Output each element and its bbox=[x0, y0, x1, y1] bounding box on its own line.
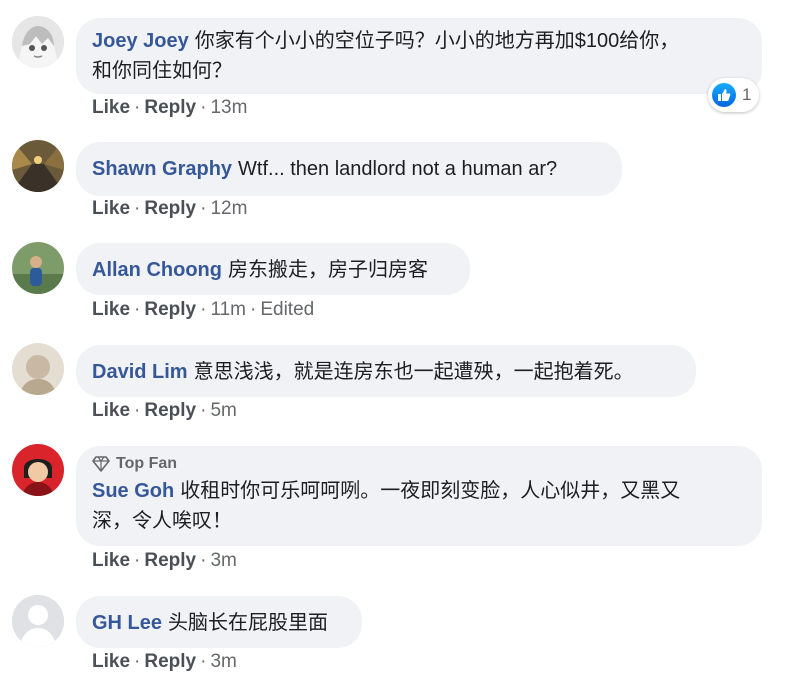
separator: · bbox=[134, 400, 141, 421]
avatar[interactable] bbox=[12, 595, 64, 647]
avatar-photo-image bbox=[12, 343, 64, 395]
comment-text: 头脑长在屁股里面 bbox=[168, 612, 329, 634]
comment-text: Wtf... then landlord not a human ar? bbox=[238, 158, 558, 180]
timestamp[interactable]: 11m bbox=[210, 299, 246, 320]
reply-link[interactable]: Reply bbox=[144, 198, 196, 219]
separator: · bbox=[250, 299, 257, 320]
avatar[interactable] bbox=[12, 140, 64, 192]
top-fan-label: Top Fan bbox=[116, 455, 178, 472]
like-link[interactable]: Like bbox=[92, 550, 130, 571]
comment-actions: Like · Reply · 11m · Edited bbox=[92, 299, 314, 321]
like-link[interactable]: Like bbox=[92, 97, 130, 118]
comment-bubble: David Lim 意思浅浅，就是连房东也一起遭殃，一起抱着死。 bbox=[76, 345, 696, 397]
reply-link[interactable]: Reply bbox=[144, 550, 196, 571]
timestamp[interactable]: 3m bbox=[210, 550, 236, 571]
separator: · bbox=[200, 299, 207, 320]
timestamp[interactable]: 3m bbox=[210, 651, 236, 672]
avatar[interactable] bbox=[12, 242, 64, 294]
timestamp[interactable]: 12m bbox=[210, 198, 247, 219]
reply-link[interactable]: Reply bbox=[144, 651, 196, 672]
separator: · bbox=[200, 97, 207, 118]
comment-text: 你家有个小小的空位子吗？小小的地方再加$100给你， bbox=[194, 30, 680, 52]
separator: · bbox=[134, 651, 141, 672]
avatar[interactable] bbox=[12, 343, 64, 395]
comment-actions: Like · Reply · 3m bbox=[92, 651, 237, 673]
reaction-count-number: 1 bbox=[742, 85, 752, 104]
comment-author[interactable]: GH Lee bbox=[92, 612, 162, 634]
comment-text: 深，令人唉叹！ bbox=[92, 510, 232, 532]
comment-bubble: Allan Choong 房东搬走，房子归房客 bbox=[76, 243, 470, 295]
top-fan-badge[interactable]: Top Fan bbox=[92, 454, 746, 474]
avatar-street-image bbox=[12, 140, 64, 192]
like-link[interactable]: Like bbox=[92, 198, 130, 219]
reply-link[interactable]: Reply bbox=[144, 299, 196, 320]
separator: · bbox=[134, 299, 141, 320]
avatar[interactable] bbox=[12, 444, 64, 496]
edited-label[interactable]: Edited bbox=[260, 299, 314, 320]
comment-text: 和你同住如何？ bbox=[92, 60, 232, 82]
separator: · bbox=[134, 198, 141, 219]
comment-bubble: Top Fan Sue Goh 收租时你可乐呵呵咧。一夜即刻变脸，人心似井，又黑又… bbox=[76, 446, 762, 546]
comment-bubble: Shawn Graphy Wtf... then landlord not a h… bbox=[76, 142, 622, 196]
diamond-icon bbox=[92, 456, 110, 472]
separator: · bbox=[200, 400, 207, 421]
comment-actions: Like · Reply · 3m bbox=[92, 550, 237, 572]
separator: · bbox=[200, 198, 207, 219]
silhouette-icon bbox=[12, 595, 64, 647]
timestamp[interactable]: 5m bbox=[210, 400, 236, 421]
reply-link[interactable]: Reply bbox=[144, 400, 196, 421]
separator: · bbox=[200, 550, 207, 571]
reply-link[interactable]: Reply bbox=[144, 97, 196, 118]
avatar[interactable] bbox=[12, 16, 64, 68]
comment-author[interactable]: Allan Choong bbox=[92, 259, 222, 281]
avatar-photo-image bbox=[12, 444, 64, 496]
comment-author[interactable]: Shawn Graphy bbox=[92, 158, 232, 180]
separator: · bbox=[134, 97, 141, 118]
like-link[interactable]: Like bbox=[92, 651, 130, 672]
comment-author[interactable]: Sue Goh bbox=[92, 480, 174, 502]
comment-text: 收租时你可乐呵呵咧。一夜即刻变脸，人心似井，又黑又 bbox=[180, 480, 681, 502]
separator: · bbox=[200, 651, 207, 672]
like-thumb-icon bbox=[712, 83, 736, 107]
comment-text: 房东搬走，房子归房客 bbox=[227, 259, 428, 281]
comment-actions: Like · Reply · 5m bbox=[92, 400, 237, 422]
avatar-anime-image bbox=[12, 16, 64, 68]
comment-bubble: GH Lee 头脑长在屁股里面 bbox=[76, 596, 362, 648]
comment-author[interactable]: David Lim bbox=[92, 361, 188, 383]
comment-actions: Like · Reply · 13m bbox=[92, 97, 247, 119]
separator: · bbox=[134, 550, 141, 571]
like-link[interactable]: Like bbox=[92, 299, 130, 320]
comment-bubble: Joey Joey 你家有个小小的空位子吗？小小的地方再加$100给你， 和你同住… bbox=[76, 18, 762, 94]
comment-text: 意思浅浅，就是连房东也一起遭殃，一起抱着死。 bbox=[193, 361, 634, 383]
comment-author[interactable]: Joey Joey bbox=[92, 30, 189, 52]
avatar-photo-image bbox=[12, 242, 64, 294]
comment-actions: Like · Reply · 12m bbox=[92, 198, 247, 220]
like-link[interactable]: Like bbox=[92, 400, 130, 421]
timestamp[interactable]: 13m bbox=[210, 97, 247, 118]
reaction-count[interactable]: 1 bbox=[708, 78, 760, 112]
